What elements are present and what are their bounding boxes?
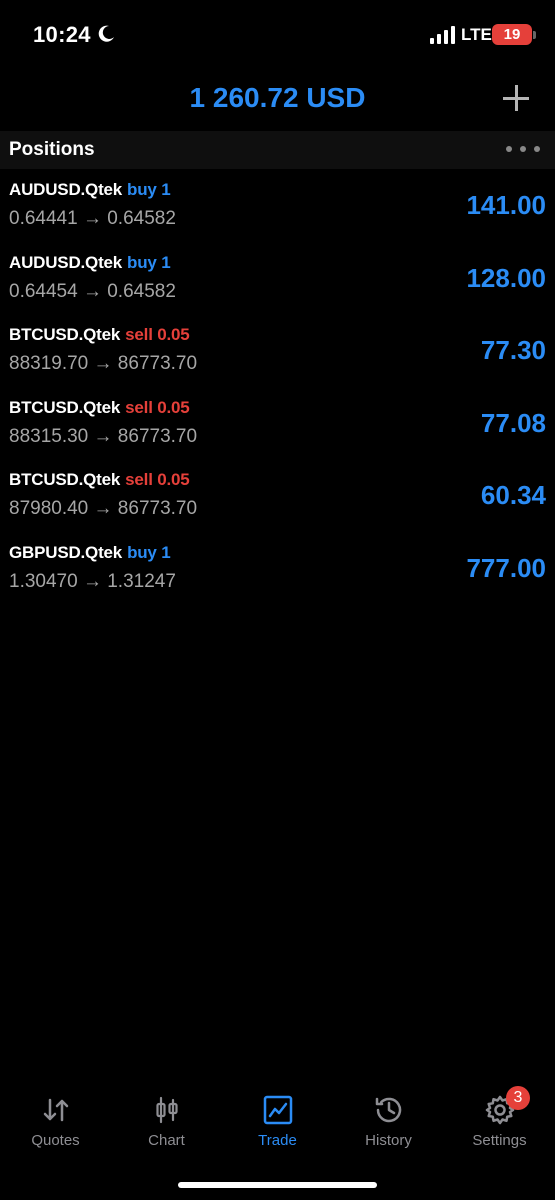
position-prices: 0.64441 → 0.64582: [9, 208, 176, 229]
position-row[interactable]: GBPUSD.Qtek buy 1 1.30470 → 1.31247 777.0…: [0, 533, 555, 606]
tab-settings[interactable]: 3 Settings: [444, 1086, 555, 1166]
position-prices: 87980.40 → 86773.70: [9, 498, 198, 520]
position-profit: 60.34: [480, 480, 546, 511]
dot-icon: [520, 146, 526, 152]
more-options-button[interactable]: [506, 139, 540, 159]
position-profit: 141.00: [466, 190, 546, 220]
tab-quotes[interactable]: Quotes: [0, 1086, 111, 1166]
position-side: buy 1: [127, 252, 171, 272]
position-symbol: BTCUSD.Qtek: [9, 325, 121, 345]
position-profit: 77.30: [480, 335, 546, 366]
tab-chart[interactable]: Chart: [111, 1086, 222, 1166]
header: 1 260.72 USD: [0, 70, 555, 130]
position-row[interactable]: AUDUSD.Qtek buy 1 0.64454 → 0.64582 128.0…: [0, 243, 555, 316]
dot-icon: [534, 146, 540, 152]
position-prices: 1.30470 → 1.31247: [9, 570, 176, 592]
quotes-arrows-icon: [43, 1098, 68, 1122]
tab-history[interactable]: History: [333, 1086, 444, 1166]
history-clock-icon: [375, 1097, 401, 1123]
position-profit: 77.08: [480, 407, 546, 438]
tab-label: History: [365, 1132, 412, 1149]
positions-section-header: Positions: [0, 131, 555, 169]
status-bar: 10:24 LTE 19: [0, 0, 555, 70]
tab-label: Quotes: [31, 1132, 80, 1149]
position-symbol: BTCUSD.Qtek: [9, 470, 121, 490]
add-order-button[interactable]: [500, 82, 532, 114]
account-balance: 1 260.72 USD: [189, 82, 366, 113]
cellular-signal-icon: [430, 26, 455, 44]
battery-tip: [533, 31, 536, 39]
candlestick-icon: [155, 1096, 178, 1124]
notification-badge: 3: [506, 1086, 530, 1110]
position-symbol: AUDUSD.Qtek: [9, 252, 123, 272]
status-time: 10:24: [33, 22, 91, 47]
battery-level: 19: [492, 24, 532, 45]
section-title: Positions: [9, 139, 95, 160]
network-type: LTE: [461, 25, 492, 44]
tab-label: Trade: [258, 1132, 297, 1149]
position-row[interactable]: BTCUSD.Qtek sell 0.05 88319.70 → 86773.70…: [0, 315, 555, 388]
position-prices: 0.64454 → 0.64582: [9, 280, 176, 302]
position-profit: 128.00: [466, 262, 546, 293]
position-side: sell 0.05: [125, 397, 190, 417]
position-profit: 777.00: [466, 552, 546, 583]
tab-label: Chart: [148, 1132, 185, 1149]
trade-chart-icon: [263, 1095, 292, 1125]
position-row[interactable]: AUDUSD.Qtek buy 1 0.64441 → 0.64582 141.0…: [0, 170, 555, 243]
home-indicator[interactable]: [178, 1182, 377, 1188]
position-row[interactable]: BTCUSD.Qtek sell 0.05 87980.40 → 86773.70…: [0, 460, 555, 533]
position-side: sell 0.05: [125, 470, 190, 490]
position-side: sell 0.05: [125, 325, 190, 345]
tab-label: Settings: [472, 1132, 527, 1149]
dot-icon: [506, 146, 512, 152]
do-not-disturb-moon-icon: [98, 25, 114, 42]
position-symbol: AUDUSD.Qtek: [9, 180, 123, 199]
position-side: buy 1: [127, 542, 171, 562]
position-prices: 88319.70 → 86773.70: [9, 353, 198, 375]
tab-trade[interactable]: Trade: [222, 1086, 333, 1166]
positions-list: AUDUSD.Qtek buy 1 0.64441 → 0.64582 141.0…: [0, 170, 555, 606]
tab-bar: Quotes Chart Trade History 3 Settings: [0, 1086, 555, 1166]
position-prices: 88315.30 → 86773.70: [9, 425, 198, 447]
position-symbol: GBPUSD.Qtek: [9, 542, 123, 562]
position-side: buy 1: [127, 180, 171, 199]
position-symbol: BTCUSD.Qtek: [9, 397, 121, 417]
position-row[interactable]: BTCUSD.Qtek sell 0.05 88315.30 → 86773.70…: [0, 388, 555, 461]
